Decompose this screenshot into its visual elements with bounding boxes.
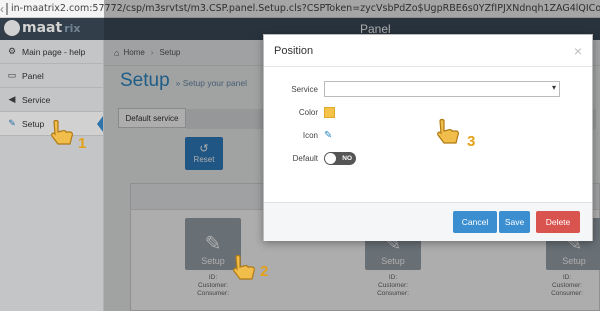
annotation-number: 2 <box>260 263 269 280</box>
pointer-hand-icon <box>233 254 255 280</box>
color-swatch[interactable] <box>324 107 335 118</box>
delete-button[interactable]: Delete <box>536 211 580 233</box>
default-row: Default NO <box>264 152 356 165</box>
color-row: Color <box>264 107 335 118</box>
color-label: Color <box>298 108 318 117</box>
annotation-number: 3 <box>467 133 476 150</box>
close-icon[interactable]: × <box>574 43 582 59</box>
icon-label: Icon <box>302 131 318 140</box>
cancel-button[interactable]: Cancel <box>453 211 497 233</box>
page-icon <box>6 2 8 15</box>
save-button[interactable]: Save <box>499 211 530 233</box>
back-icon[interactable]: ‹ <box>0 2 4 16</box>
position-dialog: Position × Service ▾ Color Icon ✎ Defaul… <box>263 34 593 241</box>
caret-down-icon: ▾ <box>551 83 556 92</box>
toggle-knob <box>325 153 336 164</box>
pointer-hand-icon <box>51 119 73 145</box>
dialog-title: Position <box>264 35 592 67</box>
modal-backdrop-left[interactable] <box>0 18 104 311</box>
annotation-number: 1 <box>78 135 87 152</box>
service-row: Service ▾ <box>264 81 560 97</box>
wrench-icon[interactable]: ✎ <box>324 130 332 141</box>
default-toggle[interactable]: NO <box>324 152 356 165</box>
service-select[interactable]: ▾ <box>324 81 560 97</box>
icon-row: Icon ✎ <box>264 130 333 141</box>
default-label: Default <box>292 154 318 163</box>
pointer-hand-icon <box>437 118 459 144</box>
service-label: Service <box>291 84 318 94</box>
